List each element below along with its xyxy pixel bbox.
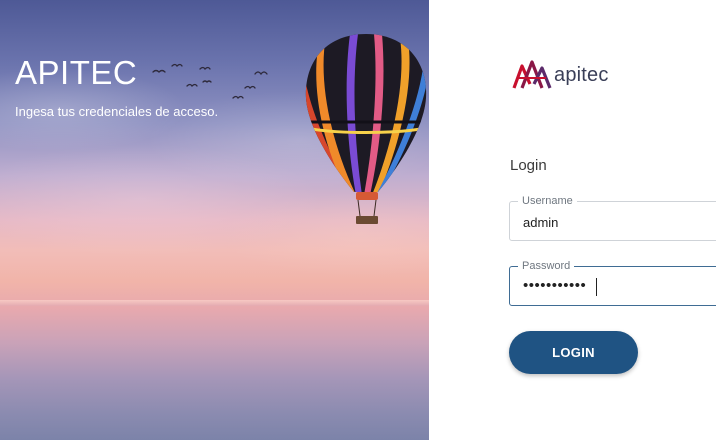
birds-icon	[152, 63, 268, 100]
brand-logo-text: apitec	[554, 63, 609, 86]
login-heading: Login	[510, 157, 547, 174]
hot-air-balloon-image	[305, 34, 427, 224]
username-label: Username	[518, 195, 577, 207]
hero-title: APITEC	[15, 54, 138, 91]
password-field[interactable]: Password •••••••••••	[509, 260, 716, 306]
horizon-line	[0, 300, 429, 306]
password-input[interactable]: •••••••••••	[523, 277, 713, 297]
apitec-a-logo-icon	[512, 60, 552, 89]
login-panel: apitec Login Username Password •••••••••…	[429, 0, 716, 440]
hero-subtitle: Ingesa tus credenciales de acceso.	[15, 104, 219, 119]
hero-background-image: APITEC Ingesa tus credenciales de acceso…	[0, 0, 429, 440]
brand-logo: apitec	[512, 58, 609, 92]
text-caret	[596, 278, 597, 296]
username-input[interactable]	[523, 212, 713, 232]
username-field[interactable]: Username	[509, 195, 716, 241]
login-button[interactable]: LOGIN	[509, 331, 638, 374]
password-label: Password	[518, 260, 575, 272]
